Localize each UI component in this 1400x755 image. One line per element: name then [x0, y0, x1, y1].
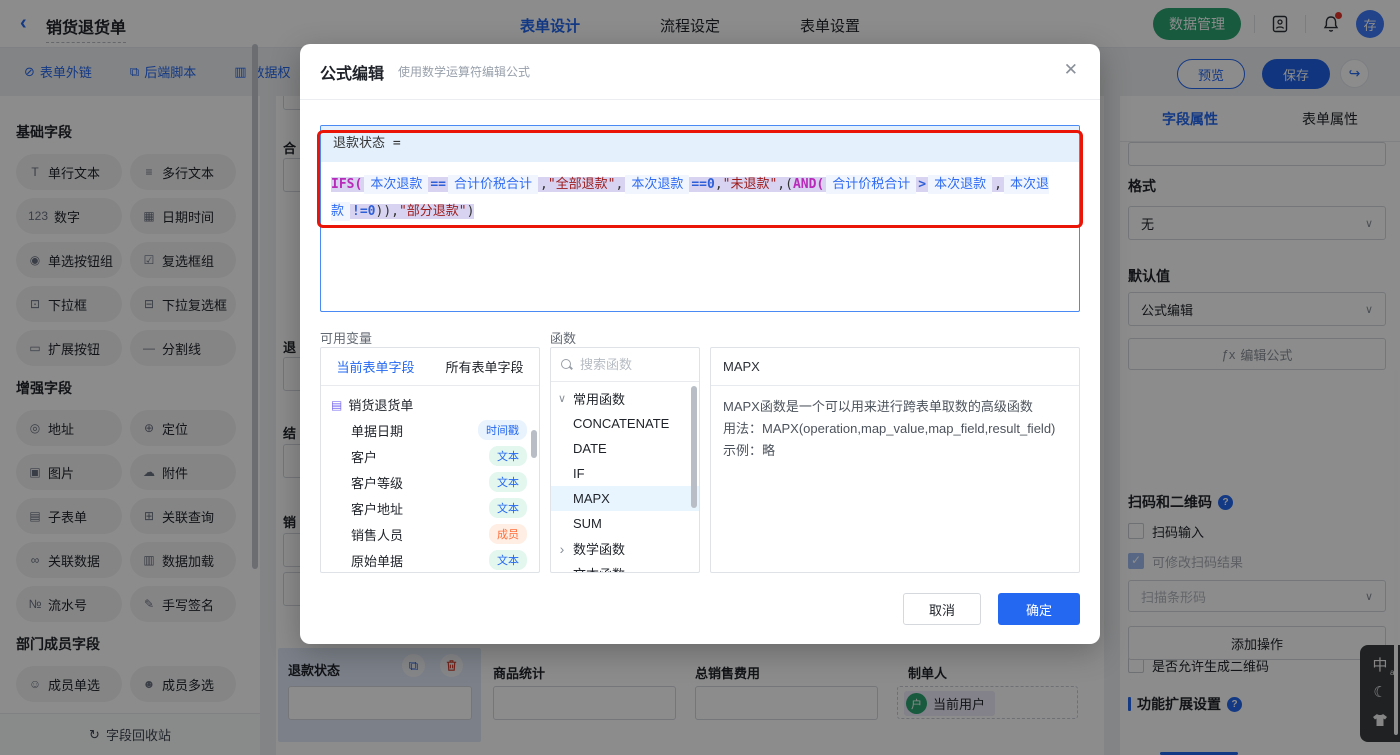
functions-pane: 常用函数 CONCATENATE DATE IF — [550, 347, 700, 573]
formula-token: "全部退款" — [548, 177, 616, 192]
function-row[interactable]: CONCATENATE — [551, 411, 699, 436]
function-row[interactable]: MAPX — [551, 486, 699, 511]
formula-token: ==0 — [691, 177, 714, 192]
function-name: 常用函数 — [573, 389, 625, 408]
variable-type-badge: 文本 — [489, 472, 527, 492]
variable-name: 客户 — [351, 447, 489, 466]
formula-token: 本次退款 — [364, 175, 428, 194]
variable-type-badge: 时间戳 — [478, 420, 527, 440]
variables-tab[interactable]: 当前表单字段 — [321, 348, 430, 385]
variable-type-badge: 文本 — [489, 550, 527, 570]
cancel-button[interactable]: 取消 — [903, 593, 981, 625]
variable-name: 客户地址 — [351, 499, 489, 518]
formula-token: 本次退款 — [928, 175, 992, 194]
variable-rows: 单据日期 时间戳 客户 文本 客户等级 文本 — [321, 417, 539, 573]
function-row[interactable]: 文本函数 — [551, 561, 699, 573]
formula-editor[interactable]: 退款状态 = IFS(本次退款==合计价税合计,"全部退款",本次退款==0,"… — [320, 125, 1080, 312]
formula-token: , — [715, 177, 723, 192]
variables-tree: ▤ 销货退货单 单据日期 时间戳 客户 文本 — [321, 386, 539, 573]
formula-token: AND( — [793, 177, 824, 192]
formula-token: 本次退款 — [625, 175, 689, 194]
formula-token: "部分退款" — [399, 204, 467, 219]
function-search-input[interactable] — [580, 357, 680, 372]
variable-row[interactable]: 销售人员 成员 — [321, 521, 539, 547]
tree-chevron-icon — [551, 541, 573, 557]
confirm-button[interactable]: 确定 — [998, 593, 1080, 625]
variable-type-badge: 文本 — [489, 498, 527, 518]
variable-name: 原始单据 — [351, 551, 489, 570]
description-line: 示例：略 — [723, 440, 1067, 462]
variable-row[interactable]: 客户地址 文本 — [321, 495, 539, 521]
formula-token: "未退款" — [723, 177, 778, 192]
functions-scrollbar[interactable] — [691, 386, 697, 508]
formula-token: !=0 — [352, 204, 375, 219]
variable-type-badge: 成员 — [489, 524, 527, 544]
dialog-header: 公式编辑 使用数学运算符编辑公式 ✕ — [300, 44, 1100, 100]
formula-token: , — [540, 177, 548, 192]
search-icon — [561, 359, 572, 370]
description-line: MAPX函数是一个可以用来进行跨表单取数的高级函数 — [723, 396, 1067, 418]
description-line: 用法：MAPX(operation,map_value,map_field,re… — [723, 418, 1067, 440]
function-name: CONCATENATE — [573, 416, 669, 431]
function-name: SUM — [573, 516, 602, 531]
function-name: MAPX — [573, 491, 610, 506]
formula-token: > — [918, 177, 926, 192]
form-node-label: 销货退货单 — [348, 395, 413, 414]
formula-edit-dialog: 公式编辑 使用数学运算符编辑公式 ✕ 退款状态 = IFS(本次退款==合计价税… — [300, 44, 1100, 644]
form-node[interactable]: ▤ 销货退货单 — [321, 392, 539, 417]
function-description-body: MAPX函数是一个可以用来进行跨表单取数的高级函数用法：MAPX(operati… — [711, 386, 1079, 472]
function-row[interactable]: IF — [551, 461, 699, 486]
function-description-pane: MAPX MAPX函数是一个可以用来进行跨表单取数的高级函数用法：MAPX(op… — [710, 347, 1080, 573]
close-icon[interactable]: ✕ — [1064, 60, 1078, 80]
variable-name: 单据日期 — [351, 421, 478, 440]
variable-row[interactable]: 原始单据 文本 — [321, 547, 539, 573]
formula-token: IFS( — [331, 177, 362, 192]
variable-row[interactable]: 客户 文本 — [321, 443, 539, 469]
formula-token: ) — [467, 204, 475, 219]
variables-pane-label: 可用变量 — [320, 328, 372, 347]
formula-token: , — [615, 177, 623, 192]
formula-token: == — [430, 177, 446, 192]
formula-target-header: 退款状态 = — [321, 126, 1079, 162]
function-name: 文本函数 — [573, 564, 625, 573]
variable-name: 客户等级 — [351, 473, 489, 492]
variable-row[interactable]: 客户等级 文本 — [321, 469, 539, 495]
function-row[interactable]: SUM — [551, 511, 699, 536]
function-name: IF — [573, 466, 585, 481]
variables-pane: 当前表单字段所有表单字段 ▤ 销货退货单 单据日期 时间戳 客户 — [320, 347, 540, 573]
function-description-title: MAPX — [711, 348, 1079, 386]
formula-text-area[interactable]: IFS(本次退款==合计价税合计,"全部退款",本次退款==0,"未退款",(A… — [321, 162, 1079, 312]
variables-tabs: 当前表单字段所有表单字段 — [321, 348, 539, 386]
formula-token: )), — [376, 204, 399, 219]
variable-name: 销售人员 — [351, 525, 489, 544]
variables-tab[interactable]: 所有表单字段 — [430, 348, 539, 385]
variable-type-badge: 文本 — [489, 446, 527, 466]
formula-token: 合计价税合计 — [448, 175, 538, 194]
formula-token: ,( — [777, 177, 793, 192]
formula-token: 合计价税合计 — [826, 175, 916, 194]
app-window: ‹ 销货退货单 表单设计流程设定表单设置 数据管理 存 ⊘ 表单外链 — [0, 0, 1400, 755]
variables-scrollbar[interactable] — [531, 430, 537, 458]
variable-row[interactable]: 单据日期 时间戳 — [321, 417, 539, 443]
function-row[interactable]: 数学函数 — [551, 536, 699, 561]
function-search[interactable] — [551, 348, 699, 382]
function-name: DATE — [573, 441, 607, 456]
function-list: 常用函数 CONCATENATE DATE IF — [551, 382, 699, 573]
tree-chevron-icon — [551, 566, 573, 574]
formula-token: , — [994, 177, 1002, 192]
tree-chevron-icon — [551, 392, 573, 405]
formula-expression: IFS(本次退款==合计价税合计,"全部退款",本次退款==0,"未退款",(A… — [331, 177, 1049, 219]
dialog-title: 公式编辑 — [320, 60, 384, 84]
function-row[interactable]: DATE — [551, 436, 699, 461]
function-name: 数学函数 — [573, 539, 625, 558]
function-row[interactable]: 常用函数 — [551, 386, 699, 411]
dialog-subtitle: 使用数学运算符编辑公式 — [398, 63, 530, 80]
functions-pane-label: 函数 — [550, 328, 576, 347]
form-doc-icon: ▤ — [331, 398, 342, 412]
